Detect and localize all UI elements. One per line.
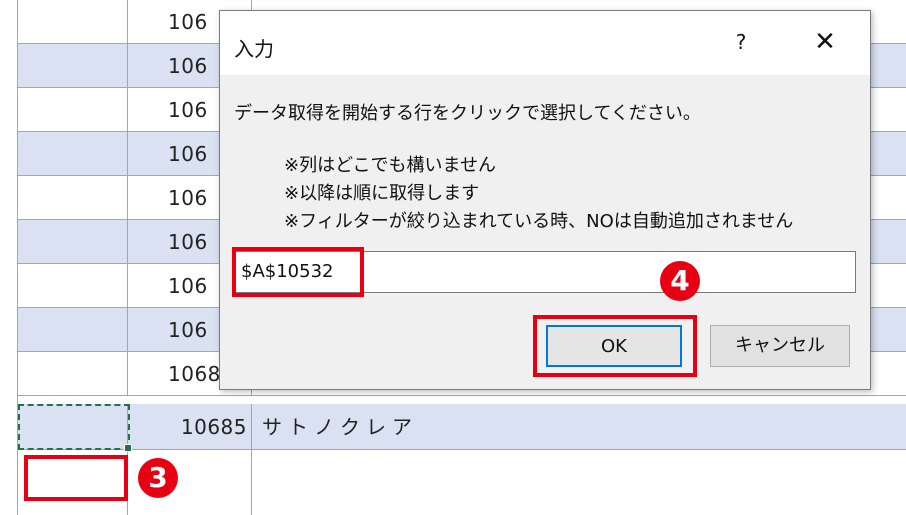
dialog-note: ※以降は順に取得します [284, 183, 480, 204]
fill-handle[interactable] [124, 444, 132, 452]
dialog-note: ※列はどこでも構いません [284, 155, 497, 176]
cell-number: 10685 [180, 415, 247, 439]
cell-number: 106 [168, 142, 208, 166]
cell-a[interactable] [18, 308, 128, 351]
cell-a[interactable] [18, 352, 128, 395]
cell-a[interactable] [18, 132, 128, 175]
dialog-title: 入力 [234, 37, 274, 61]
dialog-titlebar: 入力 ? ✕ [220, 11, 870, 75]
cell-number: 106 [168, 274, 208, 298]
cell-number: 106 [168, 186, 208, 210]
cell-a[interactable] [18, 264, 128, 307]
cell-a[interactable] [18, 220, 128, 263]
cell-number: 106 [168, 318, 208, 342]
cell-number: 106 [168, 10, 208, 34]
step-3-badge: 3 [138, 458, 178, 498]
cell-b[interactable]: 10685 [128, 404, 252, 449]
table-row[interactable]: 10685 サトノクレア [18, 404, 906, 450]
cell-number: 106 [168, 98, 208, 122]
cell-number: 106 [168, 54, 208, 78]
input-highlight [232, 247, 364, 297]
step-4-badge: 4 [660, 261, 700, 301]
cell-a[interactable] [18, 88, 128, 131]
cell-a[interactable] [18, 0, 128, 43]
close-icon[interactable]: ✕ [808, 25, 842, 59]
cell-a[interactable] [18, 44, 128, 87]
help-icon[interactable]: ? [726, 27, 756, 57]
dialog-prompt: データ取得を開始する行をクリックで選択してください。 [234, 103, 701, 124]
dialog-note: ※フィルターが絞り込まれている時、NOは自動追加されません [284, 211, 794, 232]
input-dialog: 入力 ? ✕ データ取得を開始する行をクリックで選択してください。 ※列はどこで… [219, 10, 871, 390]
cell-a[interactable] [18, 176, 128, 219]
ok-button-highlight [533, 315, 697, 377]
cell-number: 106 [168, 230, 208, 254]
cell-c[interactable]: サトノクレア [256, 404, 418, 449]
cell-name: サトノクレア [262, 415, 418, 439]
target-cell-highlight[interactable] [24, 455, 128, 501]
active-cell-selection [18, 404, 132, 452]
cell-number: 1068 [168, 362, 221, 386]
cancel-button[interactable]: キャンセル [710, 325, 850, 367]
